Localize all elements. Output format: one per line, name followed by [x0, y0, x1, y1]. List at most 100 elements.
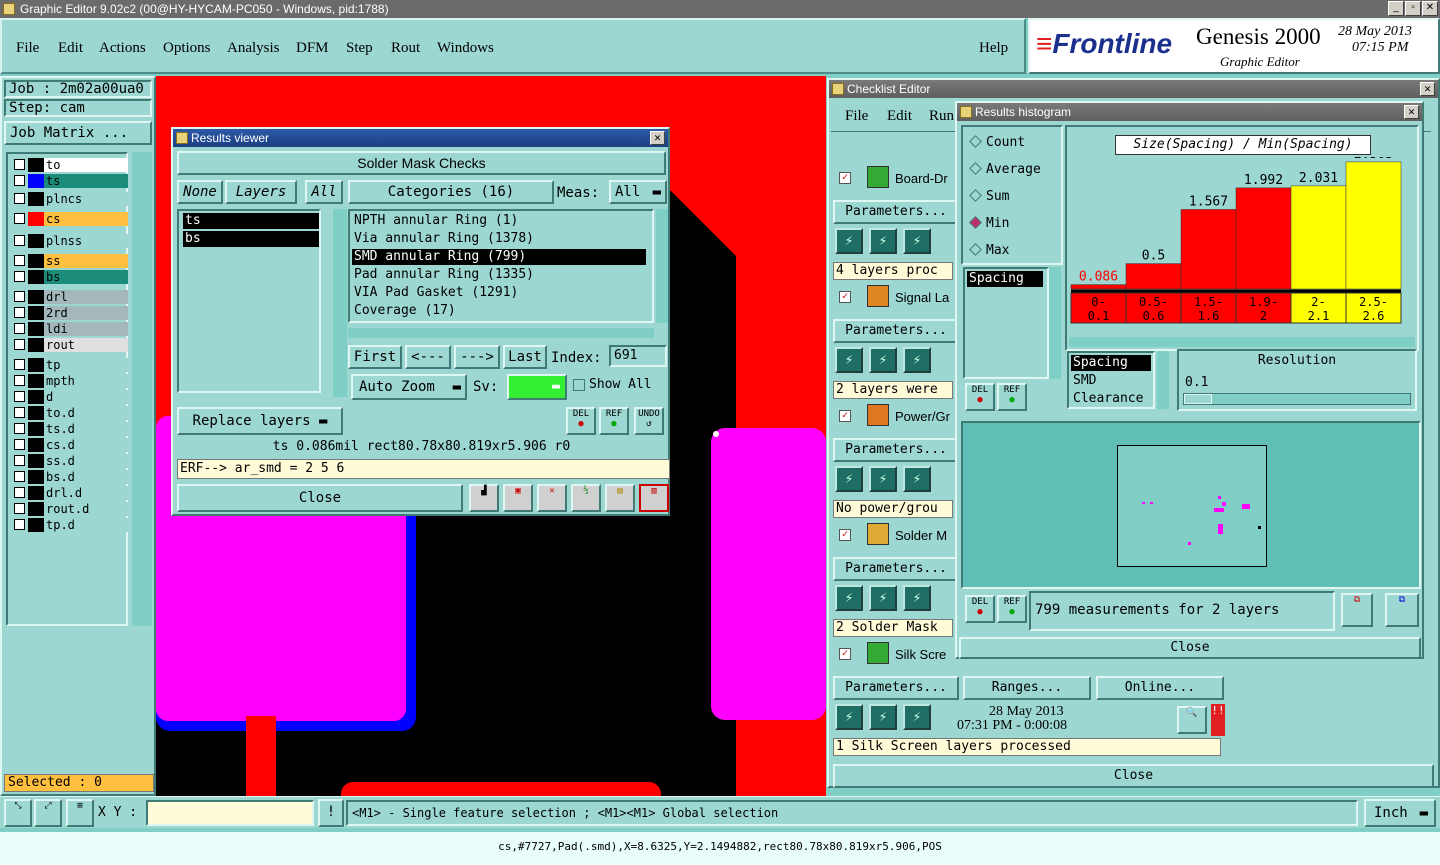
category-list-vscroll[interactable]: [656, 209, 668, 323]
parameters-button[interactable]: Parameters...: [833, 557, 959, 581]
layer-list-scrollbar[interactable]: [132, 152, 152, 626]
layer-item-ldi[interactable]: ldi: [12, 322, 128, 336]
menu-actions[interactable]: Actions: [99, 40, 146, 57]
grid-icon[interactable]: ⊞: [66, 799, 94, 827]
action-checkbox[interactable]: ✓: [839, 291, 851, 303]
run-action-icon[interactable]: ⚡: [903, 466, 931, 492]
result-layer-item[interactable]: bs: [183, 231, 319, 247]
menu-help[interactable]: Help: [979, 40, 1008, 57]
layer-checkbox[interactable]: [14, 255, 25, 266]
layer-item-ts[interactable]: ts: [12, 174, 128, 188]
show-all-checkbox[interactable]: [573, 379, 585, 391]
menu-analysis[interactable]: Analysis: [227, 40, 280, 57]
checklist-close-button[interactable]: Close: [833, 764, 1434, 788]
run-action-icon[interactable]: ⚡: [903, 585, 931, 611]
hist-del-button[interactable]: DEL ●: [965, 383, 995, 411]
maximize-button[interactable]: ▫: [1405, 1, 1421, 16]
run-action-icon[interactable]: ⚡: [835, 704, 863, 730]
prev-button[interactable]: <---: [405, 345, 451, 369]
layer-item-cs-d[interactable]: cs.d: [12, 438, 128, 452]
zoom-icon[interactable]: 🔍: [1177, 706, 1207, 734]
layer-item-cs[interactable]: cs: [12, 212, 128, 226]
histogram-icon[interactable]: ▥: [639, 484, 669, 512]
histogram-bar[interactable]: [1070, 284, 1127, 290]
layer-item-d[interactable]: d: [12, 390, 128, 404]
layer-checkbox[interactable]: [14, 423, 25, 434]
results-viewer-close-icon[interactable]: ✕: [650, 131, 665, 145]
menu-edit[interactable]: Edit: [58, 40, 83, 57]
layer-item-ss-d[interactable]: ss.d: [12, 454, 128, 468]
close-window-button[interactable]: ✕: [1422, 1, 1438, 16]
histogram-bar[interactable]: [1180, 209, 1237, 290]
skip-icon[interactable]: ✕: [537, 484, 567, 512]
preview-ref-button[interactable]: REF ●: [997, 595, 1027, 623]
measure-list-item[interactable]: Spacing: [967, 271, 1043, 287]
action-checkbox[interactable]: ✓: [839, 172, 851, 184]
run-action-icon[interactable]: ⚡: [835, 228, 863, 254]
run-action-icon[interactable]: ⚡: [903, 228, 931, 254]
layer-checkbox[interactable]: [14, 193, 25, 204]
run-action-icon[interactable]: ⚡: [869, 585, 897, 611]
histogram-close-icon[interactable]: ✕: [1404, 105, 1419, 119]
layer-item-plnss[interactable]: plnss: [12, 234, 128, 248]
layer-checkbox[interactable]: [14, 159, 25, 170]
run-action-icon[interactable]: ⚡: [869, 347, 897, 373]
zoom-window-icon[interactable]: ⤡: [4, 799, 32, 827]
layer-item-mpth[interactable]: mpth: [12, 374, 128, 388]
run-action-icon[interactable]: ⚡: [835, 466, 863, 492]
layer-item-rout-d[interactable]: rout.d: [12, 502, 128, 516]
layer-checkbox[interactable]: [14, 271, 25, 282]
minimize-button[interactable]: _: [1388, 1, 1404, 16]
layer-item-ts-d[interactable]: ts.d: [12, 422, 128, 436]
checklist-menu-edit[interactable]: Edit: [887, 108, 912, 125]
category-list-hscroll[interactable]: [348, 328, 654, 338]
option-count[interactable]: Count: [969, 135, 1025, 150]
index-input[interactable]: 691: [609, 345, 667, 367]
layer-checkbox[interactable]: [14, 175, 25, 186]
type-list-scroll[interactable]: [1157, 351, 1169, 409]
layer-checkbox[interactable]: [14, 291, 25, 302]
chart-icon[interactable]: ▟: [469, 484, 499, 512]
checklist-close-icon[interactable]: ✕: [1420, 82, 1435, 96]
layer-item-to-d[interactable]: to.d: [12, 406, 128, 420]
layer-item-2rd[interactable]: 2rd: [12, 306, 128, 320]
chart-hscroll[interactable]: [1069, 337, 1415, 347]
option-average[interactable]: Average: [969, 162, 1041, 177]
layer-item-to[interactable]: to: [12, 158, 128, 172]
alert-icon[interactable]: !!: [1211, 704, 1225, 736]
undo-button[interactable]: UNDO ↺: [634, 407, 664, 435]
action-name[interactable]: Power/Gr: [895, 409, 950, 424]
layers-button[interactable]: Layers: [225, 180, 297, 204]
checklist-menu-run[interactable]: Run: [929, 108, 954, 125]
menu-file[interactable]: File: [16, 40, 39, 57]
option-sum[interactable]: Sum: [969, 189, 1009, 204]
option-max[interactable]: Max: [969, 243, 1009, 258]
layer-item-bs-d[interactable]: bs.d: [12, 470, 128, 484]
run-action-icon[interactable]: ⚡: [835, 347, 863, 373]
histogram-bar[interactable]: [1345, 161, 1402, 290]
auto-zoom-select[interactable]: Auto Zoom ▬: [351, 374, 467, 400]
del-button[interactable]: DEL ●: [566, 407, 596, 435]
layer-checkbox[interactable]: [14, 391, 25, 402]
action-name[interactable]: Silk Scre: [895, 647, 946, 662]
histogram-bar[interactable]: [1235, 187, 1292, 290]
action-checkbox[interactable]: ✓: [839, 410, 851, 422]
ref-button[interactable]: REF ●: [599, 407, 629, 435]
action-name[interactable]: Signal La: [895, 290, 949, 305]
action-checkbox[interactable]: ✓: [839, 529, 851, 541]
parameters-button[interactable]: Parameters...: [833, 438, 959, 462]
next-button[interactable]: --->: [454, 345, 500, 369]
layer-checkbox[interactable]: [14, 359, 25, 370]
layer-list-vscroll[interactable]: [333, 209, 347, 397]
layer-checkbox[interactable]: [14, 455, 25, 466]
layer-item-drl-d[interactable]: drl.d: [12, 486, 128, 500]
parameters-button[interactable]: Parameters...: [833, 200, 959, 224]
layer-checkbox[interactable]: [14, 503, 25, 514]
run-action-icon[interactable]: ⚡: [869, 228, 897, 254]
preview-del-button[interactable]: DEL ●: [965, 595, 995, 623]
histogram-bar[interactable]: [1290, 185, 1347, 290]
layer-item-tp-d[interactable]: tp.d: [12, 518, 128, 532]
layer-checkbox[interactable]: [14, 323, 25, 334]
layer-item-drl[interactable]: drl: [12, 290, 128, 304]
action-name[interactable]: Board-Dr: [895, 171, 948, 186]
